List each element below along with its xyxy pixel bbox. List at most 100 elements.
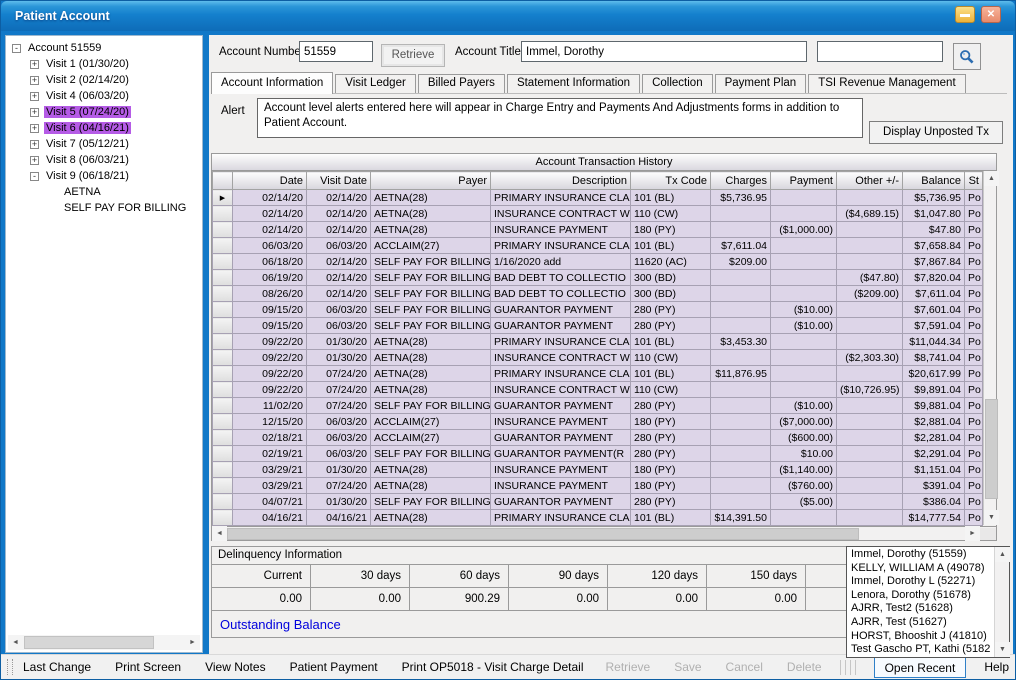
recent-patient-item[interactable]: AJRR, Test (51627) [847,616,994,630]
tree-item-visit[interactable]: SELF PAY FOR BILLING [12,200,202,216]
tree-item-visit[interactable]: + Visit 8 (06/03/21) [12,152,202,168]
table-row[interactable]: 11/02/20 07/24/20 SELF PAY FOR BILLING( … [213,398,983,414]
tab[interactable]: Payment Plan [715,74,807,93]
cell-charges: $7,611.04 [711,238,771,254]
table-row[interactable]: 12/15/20 06/03/20 ACCLAIM(27) INSURANCE … [213,414,983,430]
tree-horizontal-scrollbar[interactable]: ◄ ► [8,635,200,650]
patient-search-input[interactable] [817,41,943,62]
cell-balance: $2,291.04 [903,446,965,462]
table-row[interactable]: 09/22/20 01/30/20 AETNA(28) INSURANCE CO… [213,350,983,366]
table-row[interactable]: 02/14/20 02/14/20 AETNA(28) INSURANCE CO… [213,206,983,222]
tab[interactable]: TSI Revenue Management [808,74,965,93]
tab[interactable]: Statement Information [507,74,640,93]
tree-item-visit[interactable]: + Visit 1 (01/30/20) [12,56,202,72]
table-row[interactable]: 04/07/21 01/30/20 SELF PAY FOR BILLING( … [213,494,983,510]
tab[interactable]: Collection [642,74,713,93]
tree-root-account[interactable]: - Account 51559 [12,40,202,56]
statusbar-action-disabled[interactable]: Cancel [726,660,763,674]
collapse-box-icon[interactable]: - [12,44,21,53]
scroll-right-icon[interactable]: ► [185,635,200,650]
recent-patient-item[interactable]: Immel, Dorothy L (52271) [847,575,994,589]
scroll-down-icon[interactable]: ▼ [995,642,1010,657]
statusbar-action[interactable]: Patient Payment [290,660,378,674]
account-number-input[interactable] [299,41,373,62]
expand-box-icon[interactable]: + [30,108,39,117]
search-button[interactable] [953,43,981,70]
expand-box-icon[interactable]: + [30,140,39,149]
table-row[interactable]: 09/15/20 06/03/20 SELF PAY FOR BILLING( … [213,302,983,318]
open-recent-button[interactable]: Open Recent [874,657,967,678]
table-row[interactable]: 08/26/20 02/14/20 SELF PAY FOR BILLING( … [213,286,983,302]
scroll-up-icon[interactable]: ▲ [984,171,999,186]
table-row[interactable]: 03/29/21 01/30/20 AETNA(28) INSURANCE PA… [213,462,983,478]
table-row[interactable]: ▶ 02/14/20 02/14/20 AETNA(28) PRIMARY IN… [213,190,983,206]
scroll-up-icon[interactable]: ▲ [995,547,1010,562]
alert-textbox[interactable]: Account level alerts entered here will a… [257,98,863,138]
delinquency-bucket-value: 0.00 [212,588,311,610]
statusbar-action-disabled[interactable]: Delete [787,660,822,674]
grid-vertical-scrollbar[interactable]: ▲ ▼ [983,171,996,525]
recent-patient-item[interactable]: Lenora, Dorothy (51678) [847,589,994,603]
tree-item-visit[interactable]: + Visit 5 (07/24/20) [12,104,202,120]
statusbar-action-disabled[interactable]: Save [674,660,701,674]
tab[interactable]: Account Information [211,72,333,94]
tree-item-visit[interactable]: + Visit 7 (05/12/21) [12,136,202,152]
recent-patient-item[interactable]: AJRR, Test2 (51628) [847,602,994,616]
scroll-left-icon[interactable]: ◄ [8,635,23,650]
statusbar-action[interactable]: Print Screen [115,660,181,674]
expand-box-icon[interactable]: + [30,156,39,165]
table-row[interactable]: 02/18/21 06/03/20 ACCLAIM(27) GUARANTOR … [213,430,983,446]
recent-patient-item[interactable]: Immel, Dorothy (51559) [847,548,994,562]
scrollbar-thumb[interactable] [227,528,859,540]
tree-item-visit[interactable]: AETNA [12,184,202,200]
scrollbar-thumb[interactable] [24,636,154,649]
table-row[interactable]: 02/14/20 02/14/20 AETNA(28) INSURANCE PA… [213,222,983,238]
statusbar-action-disabled[interactable]: Retrieve [606,660,651,674]
table-row[interactable]: 09/22/20 01/30/20 AETNA(28) PRIMARY INSU… [213,334,983,350]
statusbar-action[interactable]: Print OP5018 - Visit Charge Detail [402,660,584,674]
table-row[interactable]: 02/19/21 06/03/20 SELF PAY FOR BILLING( … [213,446,983,462]
recent-patient-item[interactable]: Test Gascho PT, Kathi (5182 [847,643,994,657]
table-row[interactable]: 09/15/20 06/03/20 SELF PAY FOR BILLING( … [213,318,983,334]
table-row[interactable]: 06/03/20 06/03/20 ACCLAIM(27) PRIMARY IN… [213,238,983,254]
statusbar-action[interactable]: Last Change [23,660,91,674]
recent-patient-item[interactable]: HORST, Bhooshit J (41810) [847,630,994,644]
cell-payer: AETNA(28) [371,366,491,382]
statusbar-action[interactable]: View Notes [205,660,265,674]
cell-status: Po [965,382,983,398]
expand-box-icon[interactable]: + [30,76,39,85]
display-unposted-tx-button[interactable]: Display Unposted Tx [869,121,1003,144]
cell-payer: AETNA(28) [371,206,491,222]
tree-item-visit[interactable]: - Visit 9 (06/18/21) [12,168,202,184]
cell-payment [771,350,837,366]
minimize-button[interactable]: ▬ [955,6,975,23]
recent-patient-item[interactable]: KELLY, WILLIAM A (49078) [847,562,994,576]
dropdown-scrollbar[interactable]: ▲ ▼ [994,547,1009,657]
close-button[interactable]: ✕ [981,6,1001,23]
table-row[interactable]: 03/29/21 07/24/20 AETNA(28) INSURANCE PA… [213,478,983,494]
tree-item-visit[interactable]: + Visit 6 (04/16/21) [12,120,202,136]
table-row[interactable]: 06/19/20 02/14/20 SELF PAY FOR BILLING( … [213,270,983,286]
scroll-right-icon[interactable]: ► [965,526,980,541]
expand-box-icon[interactable]: + [30,124,39,133]
outstanding-balance-link[interactable]: Outstanding Balance [212,617,341,632]
table-row[interactable]: 09/22/20 07/24/20 AETNA(28) INSURANCE CO… [213,382,983,398]
account-title-input[interactable] [521,41,807,62]
scrollbar-thumb[interactable] [985,399,998,499]
table-row[interactable]: 09/22/20 07/24/20 AETNA(28) PRIMARY INSU… [213,366,983,382]
tab[interactable]: Billed Payers [418,74,505,93]
table-row[interactable]: 04/16/21 04/16/21 AETNA(28) PRIMARY INSU… [213,510,983,526]
scroll-left-icon[interactable]: ◄ [212,526,227,541]
help-button[interactable]: Help [984,660,1009,674]
tree-item-visit[interactable]: + Visit 4 (06/03/20) [12,88,202,104]
tab[interactable]: Visit Ledger [335,74,416,93]
scroll-down-icon[interactable]: ▼ [984,510,999,525]
retrieve-button[interactable]: Retrieve [381,44,445,67]
tree-item-visit[interactable]: + Visit 2 (02/14/20) [12,72,202,88]
table-row[interactable]: 06/18/20 02/14/20 SELF PAY FOR BILLING( … [213,254,983,270]
expand-box-icon[interactable]: + [30,60,39,69]
expand-box-icon[interactable]: - [30,172,39,181]
delinquency-bucket-header: 30 days [311,565,410,587]
grid-horizontal-scrollbar[interactable]: ◄ ► [211,527,997,541]
expand-box-icon[interactable]: + [30,92,39,101]
